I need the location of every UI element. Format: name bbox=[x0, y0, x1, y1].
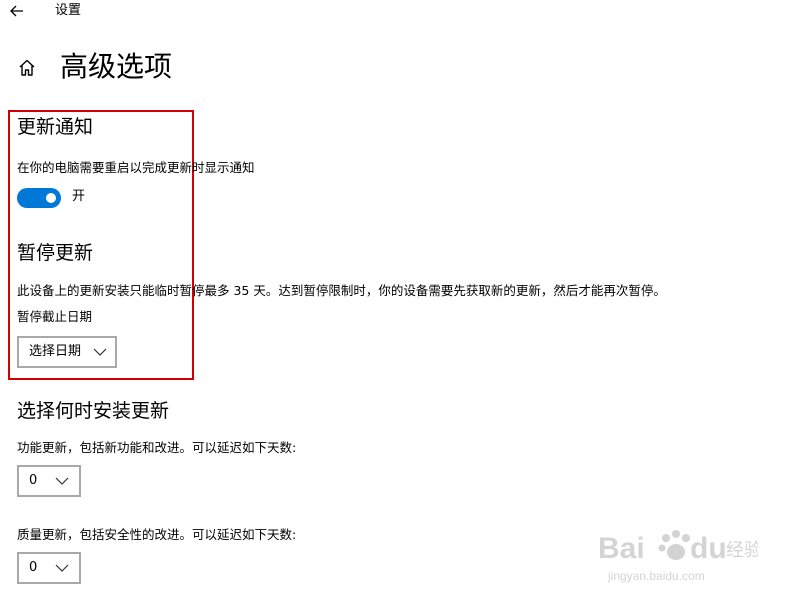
svg-text:经验: 经验 bbox=[726, 540, 758, 561]
baidu-watermark-logo: Bai du 经验 jingyan.baidu.com bbox=[598, 518, 762, 588]
update-notifications-description: 在你的电脑需要重启以完成更新时显示通知 bbox=[17, 160, 255, 175]
toggle-state-label: 开 bbox=[72, 189, 86, 204]
chevron-down-icon bbox=[55, 564, 69, 572]
quality-delay-dropdown[interactable]: 0 bbox=[17, 552, 81, 584]
svg-text:jingyan.baidu.com: jingyan.baidu.com bbox=[607, 569, 705, 583]
feature-update-label: 功能更新，包括新功能和改进。可以延迟如下天数: bbox=[17, 440, 297, 455]
notification-toggle[interactable] bbox=[17, 188, 61, 208]
svg-text:Bai: Bai bbox=[598, 532, 645, 565]
pause-updates-heading: 暂停更新 bbox=[17, 242, 94, 264]
back-button[interactable] bbox=[6, 0, 28, 22]
pause-date-dropdown[interactable]: 选择日期 bbox=[17, 336, 117, 368]
home-button[interactable] bbox=[15, 56, 39, 80]
pause-date-label: 暂停截止日期 bbox=[17, 309, 93, 324]
chevron-down-icon bbox=[55, 477, 69, 485]
quality-update-label: 质量更新，包括安全性的改进。可以延迟如下天数: bbox=[17, 527, 297, 542]
feature-delay-value: 0 bbox=[29, 473, 38, 488]
back-arrow-icon bbox=[10, 5, 23, 17]
quality-delay-value: 0 bbox=[29, 560, 38, 575]
svg-text:du: du bbox=[690, 532, 727, 565]
page-title: 高级选项 bbox=[60, 50, 173, 83]
window-title: 设置 bbox=[55, 3, 82, 18]
pause-date-dropdown-value: 选择日期 bbox=[29, 344, 82, 359]
chevron-down-icon bbox=[93, 348, 107, 356]
feature-delay-dropdown[interactable]: 0 bbox=[17, 465, 81, 497]
update-notifications-heading: 更新通知 bbox=[17, 116, 94, 138]
pause-updates-description: 此设备上的更新安装只能临时暂停最多 35 天。达到暂停限制时，你的设备需要先获取… bbox=[17, 283, 666, 298]
install-timing-heading: 选择何时安装更新 bbox=[17, 400, 170, 422]
home-icon bbox=[19, 59, 35, 76]
toggle-knob bbox=[46, 193, 56, 203]
